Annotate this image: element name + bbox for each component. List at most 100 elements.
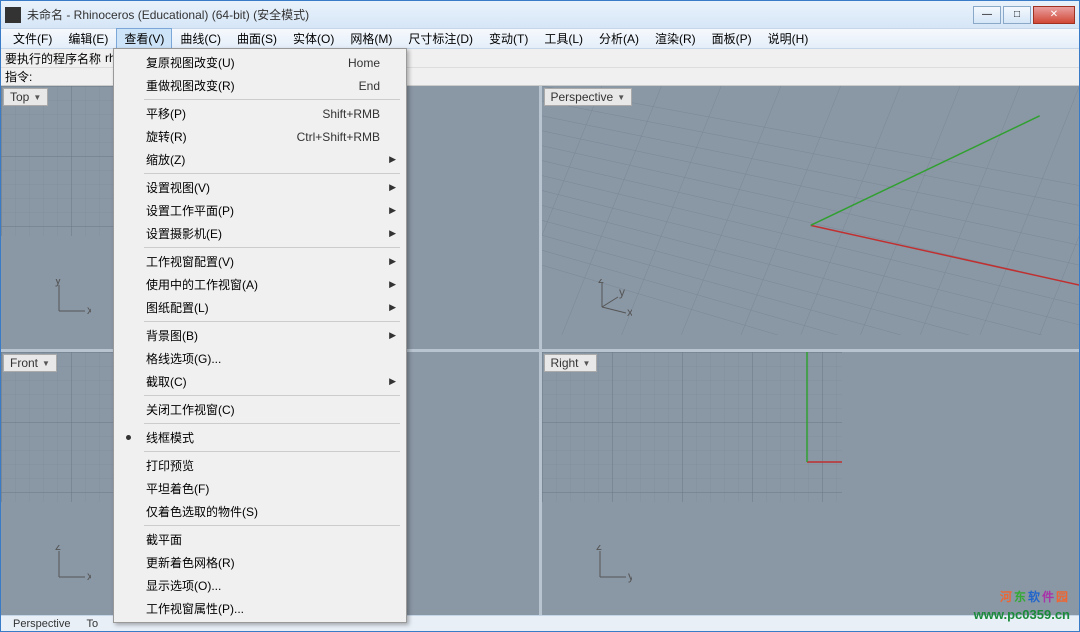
- menu-item-label: 图纸配置(L): [146, 299, 380, 316]
- menu-item-label: 缩放(Z): [146, 151, 380, 168]
- menu-dropdown-item[interactable]: 工作视窗配置(V) ▶: [116, 250, 404, 273]
- menu-dropdown-item[interactable]: 平坦着色(F): [116, 477, 404, 500]
- menu-dropdown-item[interactable]: 设置视图(V)▶: [116, 176, 404, 199]
- submenu-arrow-icon: ▶: [389, 330, 396, 341]
- menu-item-label: 平坦着色(F): [146, 480, 380, 497]
- svg-text:z: z: [598, 279, 604, 286]
- svg-text:y: y: [55, 279, 61, 287]
- menu-dropdown-item[interactable]: 格线选项(G)...: [116, 347, 404, 370]
- menu-dropdown-item[interactable]: 设置工作平面(P)▶: [116, 199, 404, 222]
- menu-item-label: 格线选项(G)...: [146, 350, 380, 367]
- viewport-right[interactable]: y z Right▼: [542, 352, 1080, 615]
- menu-dropdown-item[interactable]: 缩放(Z)▶: [116, 148, 404, 171]
- axis-widget: x z: [51, 545, 91, 585]
- viewport-perspective[interactable]: x z y Perspective▼: [542, 86, 1080, 349]
- menu-item-label: 使用中的工作视窗(A): [146, 276, 380, 293]
- menu-separator: [144, 451, 400, 452]
- menu-item[interactable]: 编辑(E): [60, 28, 116, 49]
- menu-item[interactable]: 查看(V): [116, 28, 172, 49]
- close-button[interactable]: ✕: [1033, 6, 1075, 24]
- submenu-arrow-icon: ▶: [389, 182, 396, 193]
- menu-dropdown-item[interactable]: 打印预览: [116, 454, 404, 477]
- command-input-label: 指令:: [5, 68, 32, 85]
- maximize-button[interactable]: □: [1003, 6, 1031, 24]
- menu-item[interactable]: 渲染(R): [647, 28, 704, 49]
- svg-text:z: z: [596, 545, 602, 553]
- submenu-arrow-icon: ▶: [389, 302, 396, 313]
- menu-dropdown-item[interactable]: 背景图(B) ▶: [116, 324, 404, 347]
- viewport-label[interactable]: Front▼: [3, 354, 57, 372]
- menu-item-label: 重做视图改变(R): [146, 77, 359, 94]
- submenu-arrow-icon: ▶: [389, 279, 396, 290]
- axis-widget: x z y: [592, 279, 632, 319]
- menu-item[interactable]: 曲面(S): [229, 28, 285, 49]
- menu-dropdown-item[interactable]: 平移(P)Shift+RMB: [116, 102, 404, 125]
- menu-dropdown-item[interactable]: 复原视图改变(U)Home: [116, 51, 404, 74]
- viewport-grid: [542, 352, 842, 502]
- menu-dropdown-item[interactable]: 更新着色网格(R): [116, 551, 404, 574]
- menu-item-label: 打印预览: [146, 457, 380, 474]
- menu-item-label: 截取(C): [146, 373, 380, 390]
- chevron-down-icon: ▼: [617, 93, 625, 102]
- menu-item-label: 工作视窗属性(P)...: [146, 600, 380, 617]
- view-menu-dropdown: 复原视图改变(U)Home重做视图改变(R)End平移(P)Shift+RMB旋…: [113, 48, 407, 623]
- menu-dropdown-item[interactable]: 重做视图改变(R)End: [116, 74, 404, 97]
- window-title: 未命名 - Rhinoceros (Educational) (64-bit) …: [27, 6, 973, 23]
- menu-item[interactable]: 实体(O): [285, 28, 342, 49]
- menu-separator: [144, 99, 400, 100]
- viewport-label[interactable]: Perspective▼: [544, 88, 633, 106]
- viewport-label[interactable]: Right▼: [544, 354, 598, 372]
- status-tab[interactable]: To: [78, 618, 106, 630]
- svg-text:x: x: [87, 303, 91, 317]
- app-icon: [5, 7, 21, 23]
- menu-separator: [144, 173, 400, 174]
- menu-separator: [144, 247, 400, 248]
- bullet-icon: [126, 435, 131, 440]
- menu-item-label: 显示选项(O)...: [146, 577, 380, 594]
- chevron-down-icon: ▼: [42, 359, 50, 368]
- menu-item-label: 工作视窗配置(V): [146, 253, 380, 270]
- menu-item-label: 更新着色网格(R): [146, 554, 380, 571]
- svg-text:x: x: [87, 569, 91, 583]
- axis-widget: x y: [51, 279, 91, 319]
- svg-text:z: z: [55, 545, 61, 553]
- menu-dropdown-item[interactable]: 线框模式: [116, 426, 404, 449]
- menu-item[interactable]: 面板(P): [704, 28, 760, 49]
- menu-item[interactable]: 工具(L): [536, 28, 591, 49]
- menu-item-label: 平移(P): [146, 105, 322, 122]
- menu-dropdown-item[interactable]: 设置摄影机(E) ▶: [116, 222, 404, 245]
- menu-dropdown-item[interactable]: 仅着色选取的物件(S): [116, 500, 404, 523]
- menu-item[interactable]: 分析(A): [591, 28, 647, 49]
- menu-item[interactable]: 文件(F): [5, 28, 60, 49]
- menu-dropdown-item[interactable]: 图纸配置(L) ▶: [116, 296, 404, 319]
- menu-dropdown-item[interactable]: 关闭工作视窗(C): [116, 398, 404, 421]
- menu-item-label: 设置摄影机(E): [146, 225, 380, 242]
- status-tab[interactable]: Perspective: [5, 618, 78, 630]
- menu-item-label: 仅着色选取的物件(S): [146, 503, 380, 520]
- menu-item[interactable]: 曲线(C): [172, 28, 229, 49]
- menu-separator: [144, 525, 400, 526]
- submenu-arrow-icon: ▶: [389, 228, 396, 239]
- menu-dropdown-item[interactable]: 工作视窗属性(P)...: [116, 597, 404, 620]
- menu-dropdown-item[interactable]: 旋转(R)Ctrl+Shift+RMB: [116, 125, 404, 148]
- menu-dropdown-item[interactable]: 显示选项(O)...: [116, 574, 404, 597]
- minimize-button[interactable]: —: [973, 6, 1001, 24]
- menu-item-label: 背景图(B): [146, 327, 380, 344]
- menu-separator: [144, 395, 400, 396]
- submenu-arrow-icon: ▶: [389, 205, 396, 216]
- submenu-arrow-icon: ▶: [389, 256, 396, 267]
- menu-item-label: 旋转(R): [146, 128, 297, 145]
- chevron-down-icon: ▼: [33, 93, 41, 102]
- menu-item[interactable]: 尺寸标注(D): [400, 28, 481, 49]
- menu-dropdown-item[interactable]: 使用中的工作视窗(A) ▶: [116, 273, 404, 296]
- svg-text:y: y: [628, 569, 632, 583]
- viewport-label[interactable]: Top▼: [3, 88, 48, 106]
- menu-dropdown-item[interactable]: 截取(C)▶: [116, 370, 404, 393]
- menu-item-label: 线框模式: [146, 429, 380, 446]
- menu-item[interactable]: 网格(M): [342, 28, 400, 49]
- menu-dropdown-item[interactable]: 截平面: [116, 528, 404, 551]
- menu-item[interactable]: 变动(T): [481, 28, 536, 49]
- menu-item[interactable]: 说明(H): [760, 28, 817, 49]
- chevron-down-icon: ▼: [583, 359, 591, 368]
- menu-item-label: 复原视图改变(U): [146, 54, 348, 71]
